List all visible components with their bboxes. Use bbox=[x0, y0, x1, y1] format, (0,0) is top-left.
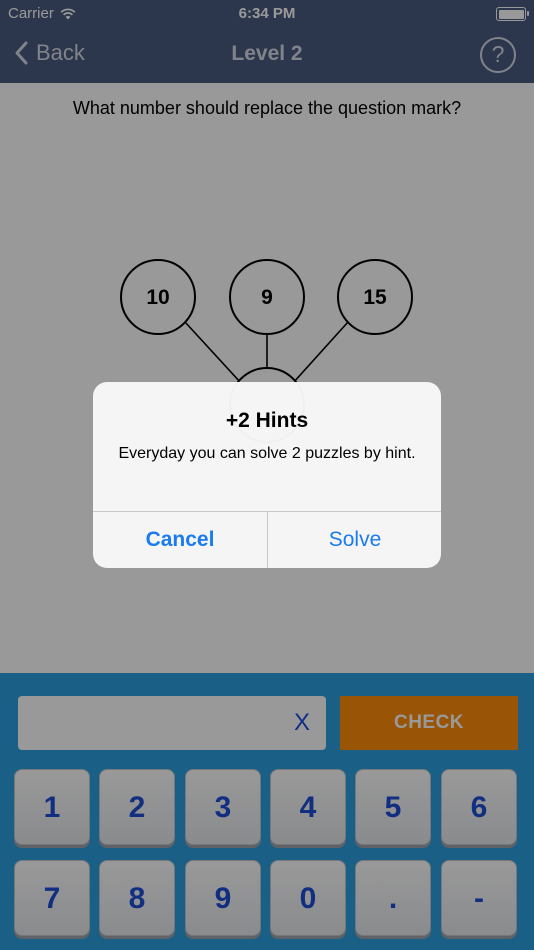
alert-title: +2 Hints bbox=[225, 409, 309, 432]
solve-button[interactable]: Solve bbox=[268, 512, 441, 568]
cancel-button[interactable]: Cancel bbox=[93, 512, 267, 568]
hint-alert-dialog: +2 Hints Everyday you can solve 2 puzzle… bbox=[93, 382, 441, 568]
alert-message: Everyday you can solve 2 puzzles by hint… bbox=[118, 445, 416, 462]
